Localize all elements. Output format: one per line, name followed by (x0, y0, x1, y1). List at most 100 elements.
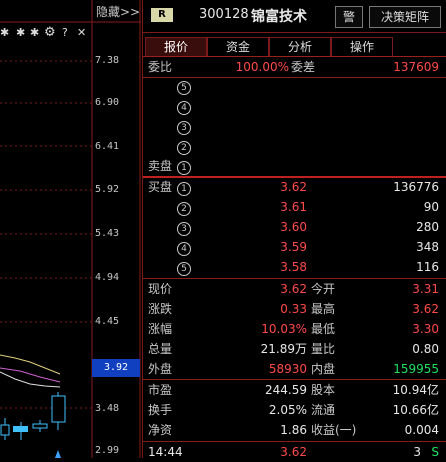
buy-order-row[interactable]: 2 3.61 90 (143, 197, 446, 217)
asterisk-icon: ✱ (30, 26, 40, 39)
sell-order-row[interactable]: 5 (143, 76, 446, 96)
quote-panel: R 300128 锦富技术 警 决策矩阵 报价 资金 分析 操作 委比 100.… (142, 0, 446, 459)
fund-label: 换手 (148, 403, 173, 417)
fund-label: 股本 (311, 383, 336, 397)
y-tick: 5.43 (95, 228, 120, 239)
stat-label: 总量 (148, 342, 173, 356)
stat-row: 总量 21.89万 量比 0.80 (143, 339, 446, 359)
buy-volume: 116 (416, 260, 439, 274)
alert-button[interactable]: 警 (335, 6, 363, 28)
tab-funds[interactable]: 资金 (207, 37, 269, 56)
stat-label: 最低 (311, 322, 336, 336)
stat-value: 3.62 (280, 282, 307, 296)
y-tick: 7.38 (95, 55, 120, 66)
stat-label: 今开 (311, 282, 336, 296)
level-badge: 2 (177, 136, 191, 156)
buy-price: 3.58 (280, 260, 307, 274)
stat-value: 58930 (268, 362, 307, 376)
hide-toggle-button[interactable]: 隐藏>> (96, 3, 140, 20)
sell-order-row[interactable]: 2 (143, 136, 446, 156)
stat-value: 159955 (393, 362, 439, 376)
fund-value: 2.05% (268, 403, 307, 417)
tick-row[interactable]: 14:44 3.62 3 S (143, 442, 446, 462)
tick-time: 14:44 (148, 445, 183, 459)
fundamental-row: 换手 2.05% 流通 10.66亿 (143, 400, 446, 420)
stat-label: 内盘 (311, 362, 336, 376)
asterisk-icon: ✱ (16, 26, 26, 39)
fund-label: 净资 (148, 423, 173, 437)
level-badge: 1 (177, 156, 191, 176)
stat-row: 涨幅 10.03% 最低 3.30 (143, 319, 446, 339)
buy-order-row[interactable]: 5 3.58 116 (143, 257, 446, 277)
stat-label: 现价 (148, 282, 173, 296)
buy-label: 买盘 (148, 180, 173, 194)
level-badge: 4 (177, 96, 191, 116)
stat-label: 最高 (311, 302, 336, 316)
level-badge: 5 (177, 257, 191, 277)
stat-value: 3.30 (412, 322, 439, 336)
fundamental-row: 净资 1.86 收益(一) 0.004 (143, 420, 446, 440)
fund-label: 市盈 (148, 383, 173, 397)
level-badge: 3 (177, 217, 191, 237)
stat-row: 涨跌 0.33 最高 3.62 (143, 299, 446, 319)
stat-value: 0.80 (412, 342, 439, 356)
ratio-label: 委比 (148, 60, 173, 74)
tick-direction: S (431, 445, 439, 459)
fund-value: 244.59 (265, 383, 307, 397)
fund-value: 10.94亿 (392, 383, 439, 397)
level-badge: 1 (177, 177, 191, 197)
fund-label: 收益(一) (311, 423, 357, 437)
tick-volume: 3 (413, 445, 421, 459)
level-badge: 3 (177, 116, 191, 136)
stock-header: R 300128 锦富技术 警 决策矩阵 (143, 0, 446, 33)
y-tick: 5.92 (95, 184, 120, 195)
stat-value: 21.89万 (260, 342, 307, 356)
buy-order-row[interactable]: 4 3.59 348 (143, 237, 446, 257)
y-tick: 3.48 (95, 403, 120, 414)
stat-value: 3.31 (412, 282, 439, 296)
y-tick: 6.90 (95, 97, 120, 108)
level-badge: 2 (177, 197, 191, 217)
fund-value: 0.004 (404, 423, 439, 437)
tab-analysis[interactable]: 分析 (269, 37, 331, 56)
close-icon[interactable]: ✕ (77, 26, 86, 39)
stock-name: 锦富技术 (251, 9, 307, 25)
level-badge: 5 (177, 76, 191, 96)
y-tick: 4.45 (95, 316, 120, 327)
stat-row: 现价 3.62 今开 3.31 (143, 279, 446, 299)
sell-order-row[interactable]: 卖盘 1 (143, 156, 446, 176)
stat-value: 10.03% (261, 322, 307, 336)
gear-icon[interactable]: ⚙ (44, 25, 56, 40)
buy-order-row[interactable]: 3 3.60 280 (143, 217, 446, 237)
stat-label: 外盘 (148, 362, 173, 376)
decision-matrix-button[interactable]: 决策矩阵 (369, 6, 441, 28)
stat-value: 3.62 (412, 302, 439, 316)
buy-volume: 348 (416, 240, 439, 254)
help-icon[interactable]: ? (62, 26, 68, 39)
tick-price: 3.62 (280, 445, 307, 459)
fund-value: 1.86 (280, 423, 307, 437)
candles (0, 392, 66, 440)
y-tick: 6.41 (95, 141, 120, 152)
level-badge: 4 (177, 237, 191, 257)
tab-quote[interactable]: 报价 (145, 37, 207, 56)
asterisk-icon: ✱ (0, 26, 10, 39)
ratio-value: 100.00% (235, 60, 289, 74)
sell-order-row[interactable]: 3 (143, 116, 446, 136)
sell-order-row[interactable]: 4 (143, 96, 446, 116)
fund-value: 10.66亿 (392, 403, 439, 417)
buy-volume: 280 (416, 220, 439, 234)
y-tick: 2.99 (95, 445, 120, 456)
tab-operation[interactable]: 操作 (331, 37, 393, 56)
kline-chart[interactable]: 隐藏>> ✱ ✱ ✱ ⚙ ? ✕ 7.38 6.90 6.41 5.92 5.4… (0, 0, 141, 458)
stat-label: 涨幅 (148, 322, 173, 336)
fundamental-row: 市盈 244.59 股本 10.94亿 (143, 380, 446, 400)
buy-price: 3.61 (280, 200, 307, 214)
diff-label: 委差 (291, 60, 316, 74)
buy-volume: 90 (423, 200, 439, 214)
diff-value: 137609 (393, 60, 439, 74)
stat-label: 涨跌 (148, 302, 173, 316)
y-tick: 4.94 (95, 272, 120, 283)
buy-order-row[interactable]: 买盘 1 3.62 136776 (143, 177, 446, 197)
buy-price: 3.59 (280, 240, 307, 254)
